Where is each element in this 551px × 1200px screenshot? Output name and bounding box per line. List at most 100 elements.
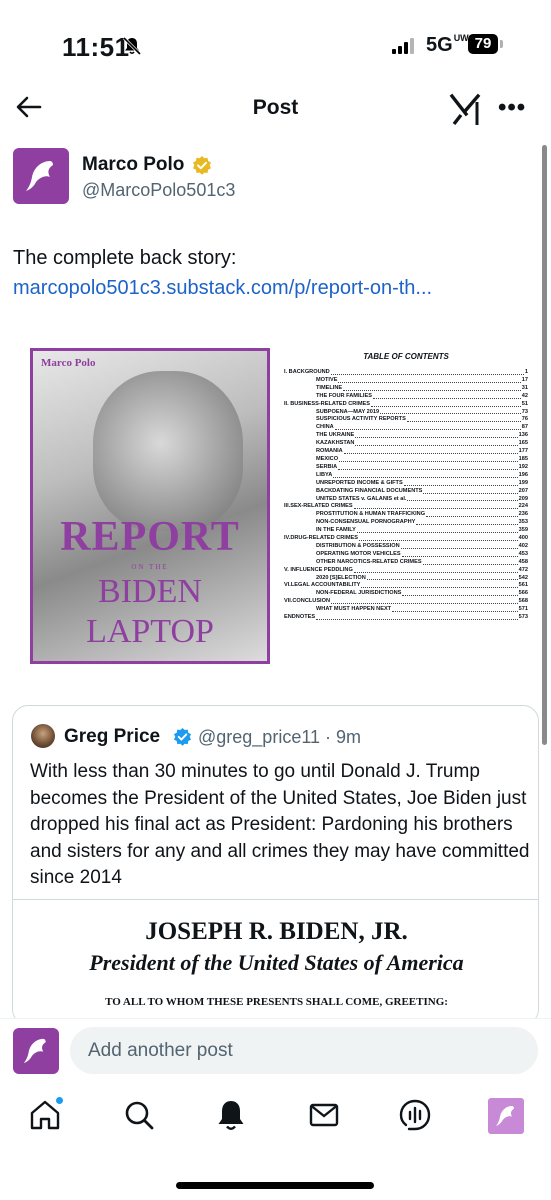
toc-page: 136 [518,432,528,439]
toc-label: CHINA [316,424,334,431]
document-greeting: TO ALL TO WHOM THESE PRESENTS SHALL COME… [105,996,448,1008]
toc-row: MOTIVE 17 [284,377,528,385]
toc-label: BACKDATING FINANCIAL DOCUMENTS [316,487,423,494]
toc-label: DISTRIBUTION & POSSESSION [316,542,400,549]
toc-page: 573 [518,614,528,621]
toc-row: NON-CONSENSUAL PORNOGRAPHY 353 [284,519,528,527]
dolphin-logo-icon [26,161,53,191]
quoted-post-image: JOSEPH R. BIDEN, JR. President of the Un… [13,899,538,1024]
toc-row: UNREPORTED INCOME & GIFTS 199 [284,480,528,488]
toc-page: 31 [521,384,528,391]
toc-page: 165 [518,440,528,447]
toc-label: THE FOUR FAMILIES [316,392,372,399]
toc-page: 42 [521,392,528,399]
toc-label: I. BACKGROUND [284,369,330,375]
post-link[interactable]: marcopolo501c3.substack.com/p/report-on-… [13,273,432,303]
table-of-contents: TABLE OF CONTENTS I. BACKGROUND 1 MOTIVE 17… [284,352,528,622]
toc-leader [358,535,518,541]
toc-label: PROSTITUTION & HUMAN TRAFFICKING [316,511,426,518]
author-avatar[interactable] [13,148,69,204]
toc-leader [361,582,518,589]
toc-row: SUSPICIOUS ACTIVITY REPORTS 76 [284,416,528,424]
dolphin-logo-icon [23,1038,46,1064]
toc-leader [422,559,518,565]
toc-leader [343,448,518,454]
toc-label: THE UKRAINE [316,432,355,439]
toc-leader [400,543,518,549]
toc-leader [353,503,518,510]
cover-title-laptop: LAPTOP [86,613,214,650]
toc-page: 73 [521,408,528,415]
toc-row: KAZAKHSTAN 165 [284,440,528,448]
toc-page: 224 [518,503,528,510]
document-subheading: President of the United States of Americ… [89,950,464,975]
toc-leader [392,606,518,613]
search-icon[interactable] [122,1098,156,1132]
author-name[interactable]: Marco Polo [82,154,184,176]
toc-row: V. INFLUENCE PEDDLING 472 [284,567,528,575]
toc-page: 17 [521,376,528,383]
toc-leader [355,440,518,447]
signal-icon [392,38,418,54]
toc-row: THE FOUR FAMILIES 42 [284,393,528,401]
dolphin-logo-icon [496,1106,514,1126]
post-image[interactable]: Marco Polo REPORT ON THE BIDEN LAPTOP TA… [12,330,537,670]
toc-leader [402,590,518,597]
verified-badge-icon [193,156,211,175]
toc-row: THE UKRAINE 136 [284,432,528,440]
toc-row: WHAT MUST HAPPEN NEXT 571 [284,606,528,614]
more-options-icon[interactable]: ••• [498,94,526,122]
toc-label: 2020 [S]ELECTION [316,574,366,581]
toc-page: 453 [518,550,528,557]
toc-page: 561 [518,582,528,589]
toc-page: 458 [518,558,528,565]
grok-voice-icon[interactable] [398,1098,432,1132]
toc-label: SERBIA [316,463,338,470]
toc-label: V. INFLUENCE PEDDLING [284,566,353,573]
toc-label: NON-FEDERAL JURISDICTIONS [316,590,402,597]
toc-leader [401,551,518,557]
profile-icon[interactable] [488,1098,524,1134]
toc-leader [339,456,518,462]
toc-label: TIMELINE [316,384,343,391]
bottom-nav [0,1086,551,1146]
quoted-author-name: Greg Price [64,726,161,747]
toc-page: 400 [518,535,528,542]
quoted-post[interactable]: Greg Price @greg_price11 · 9m With less … [12,705,539,1025]
toc-page: 209 [518,495,528,502]
toc-label: UNREPORTED INCOME & GIFTS [316,479,403,486]
toc-row: IN THE FAMILY 359 [284,527,528,535]
toc-row: II. BUSINESS-RELATED CRIMES 51 [284,401,528,409]
toc-leader [423,488,518,494]
toc-row: OPERATING MOTOR VEHICLES 453 [284,551,528,559]
toc-page: 353 [518,519,528,526]
toc-leader [316,614,518,620]
toc-row: ROMANIA 177 [284,448,528,456]
network-indicator: 5GUW [426,33,469,57]
toc-leader [426,511,518,518]
my-avatar[interactable] [13,1028,59,1074]
toc-row: MEXICO 185 [284,456,528,464]
report-cover: Marco Polo REPORT ON THE BIDEN LAPTOP [30,348,270,664]
grok-icon[interactable] [448,92,484,128]
toc-page: 472 [518,566,528,573]
toc-label: OPERATING MOTOR VEHICLES [316,550,401,557]
toc-page: 1 [524,369,528,375]
scrollbar[interactable] [542,145,547,745]
toc-list: I. BACKGROUND 1 MOTIVE 17 TIMELINE 31 THE FOUR… [284,369,528,622]
messages-icon[interactable] [307,1098,341,1132]
toc-label: IV.DRUG-RELATED CRIMES [284,535,358,542]
toc-leader [372,393,521,399]
toc-row: 2020 [S]ELECTION 542 [284,575,528,583]
toc-row: TIMELINE 31 [284,385,528,393]
toc-row: OTHER NARCOTICS-RELATED CRIMES 458 [284,559,528,567]
toc-page: 199 [518,479,528,486]
author-handle[interactable]: @MarcoPolo501c3 [82,180,235,201]
toc-row: BACKDATING FINANCIAL DOCUMENTS 207 [284,488,528,496]
reply-input[interactable]: Add another post [70,1027,538,1074]
toc-leader [338,377,521,383]
toc-leader [370,401,521,407]
toc-page: 185 [518,455,528,462]
notifications-icon[interactable] [214,1098,248,1132]
battery-tip [500,40,503,48]
